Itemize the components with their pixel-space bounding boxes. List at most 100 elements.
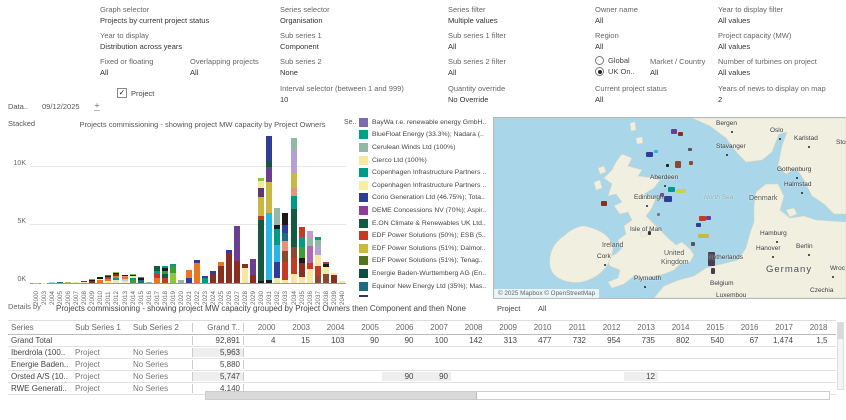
bar-segment[interactable] — [250, 274, 257, 283]
table-row[interactable]: Energie Baden.. Project No Series 5,880 — [8, 359, 836, 371]
bar-2010[interactable]: 2010 — [96, 136, 104, 305]
bar-segment[interactable] — [33, 282, 40, 283]
filter-value[interactable]: All values — [718, 68, 817, 78]
bar-segment[interactable] — [274, 207, 281, 226]
windfarm-marker[interactable] — [675, 161, 681, 168]
bar-segment[interactable] — [258, 197, 265, 216]
bar-segment[interactable] — [81, 282, 88, 283]
bar-segment[interactable] — [137, 279, 144, 283]
filter-value[interactable]: All — [448, 68, 506, 78]
bar-segment[interactable] — [185, 270, 192, 279]
filter-year-display-filter[interactable]: Year to display filter All values — [718, 5, 783, 26]
bar-segment[interactable] — [322, 266, 329, 274]
filter-value[interactable]: All values — [718, 16, 783, 26]
filter-value[interactable]: All — [448, 42, 506, 52]
table-row[interactable]: Grand Total 92,891 4 15 103 90 90 100 142 313 477 7… — [8, 335, 836, 347]
bar-segment[interactable] — [282, 225, 289, 234]
filter-project-capacity[interactable]: Project capacity (MW) All values — [718, 31, 791, 52]
bar-2006[interactable]: 2006 — [64, 136, 72, 305]
bar-segment[interactable] — [105, 280, 112, 283]
bar-segment[interactable] — [41, 282, 48, 283]
bar-2035[interactable]: 2035 — [298, 136, 306, 305]
bar-2012[interactable]: 2012 — [112, 136, 120, 305]
bar-segment[interactable] — [266, 279, 273, 283]
bar-2020[interactable]: 2020 — [177, 136, 185, 305]
bar-segment[interactable] — [177, 280, 184, 283]
filter-owner-name[interactable]: Owner name All — [595, 5, 638, 26]
bar-2022[interactable]: 2022 — [193, 136, 201, 305]
bar-segment[interactable] — [298, 277, 305, 283]
bar-segment[interactable] — [290, 208, 297, 248]
windfarm-marker[interactable] — [691, 242, 695, 246]
checkbox-checked-icon[interactable]: ✓ — [117, 88, 127, 98]
bar-2007[interactable]: 2007 — [72, 136, 80, 305]
bar-segment[interactable] — [202, 278, 208, 283]
filter-market-country[interactable]: Market / Country All — [650, 57, 705, 78]
bar-2026[interactable]: 2026 — [225, 136, 233, 305]
legend-item[interactable]: Energie Baden-Wurttemberg AG (En.. — [359, 267, 491, 280]
bar-segment[interactable] — [169, 272, 176, 283]
bar-segment[interactable] — [314, 255, 321, 266]
legend-item[interactable]: Cierco Ltd (100%) — [359, 154, 491, 167]
bar-segment[interactable] — [306, 269, 313, 283]
filter-value[interactable]: All — [595, 42, 619, 52]
bar-2024[interactable]: 2024 — [209, 136, 217, 305]
bar-segment[interactable] — [121, 280, 128, 283]
filter-turbines[interactable]: Number of turbines on project All values — [718, 57, 817, 78]
radio-uk-only[interactable]: UK On.. — [595, 67, 635, 76]
legend-item[interactable]: E.ON Climate & Renewables UK Ltd.. — [359, 217, 491, 230]
bar-segment[interactable] — [89, 281, 96, 283]
filter-sub-series-1-filter[interactable]: Sub series 1 filter All — [448, 31, 506, 52]
bar-segment[interactable] — [282, 262, 289, 280]
filter-value[interactable]: 2 — [718, 95, 826, 105]
bar-segment[interactable] — [290, 196, 297, 209]
bar-2018[interactable]: 2018 — [161, 136, 169, 305]
table-row[interactable]: Iberdrola (100.. Project No Series 5,963 — [8, 347, 836, 359]
bar-2028[interactable]: 2028 — [241, 136, 249, 305]
filter-value[interactable]: All — [190, 68, 259, 78]
bar-segment[interactable] — [306, 236, 313, 246]
windfarm-marker[interactable] — [678, 132, 683, 136]
bar-segment[interactable] — [49, 281, 56, 283]
filter-series-selector[interactable]: Series selector Organisation — [280, 5, 330, 26]
bar-segment[interactable] — [290, 172, 297, 188]
legend-item[interactable]: Corio Generation Ltd (46.75%); Tota.. — [359, 192, 491, 205]
bar-segment[interactable] — [290, 257, 297, 274]
filter-value[interactable]: Organisation — [280, 16, 330, 26]
bar-segment[interactable] — [129, 280, 136, 283]
bar-segment[interactable] — [145, 282, 152, 283]
windfarm-marker[interactable] — [657, 213, 660, 216]
legend-item[interactable]: Copenhagen Infrastructure Partners .. — [359, 179, 491, 192]
bar-2029[interactable]: 2029 — [249, 136, 257, 305]
bar-segment[interactable] — [290, 273, 297, 283]
bar-segment[interactable] — [298, 263, 305, 278]
bar-2023[interactable]: 2023 — [201, 136, 209, 305]
bar-segment[interactable] — [185, 278, 192, 283]
bar-segment[interactable] — [282, 241, 289, 251]
filter-sub-series-1[interactable]: Sub series 1 Component — [280, 31, 322, 52]
bar-2031[interactable]: 2031 — [265, 135, 273, 305]
bar-segment[interactable] — [193, 263, 200, 283]
bar-segment[interactable] — [290, 187, 297, 197]
legend-item[interactable]: Cerulean Winds Ltd (100%) — [359, 141, 491, 154]
bar-2005[interactable]: 2005 — [56, 136, 64, 305]
bar-segment[interactable] — [290, 149, 297, 173]
bar-2016[interactable]: 2016 — [145, 136, 153, 305]
bar-segment[interactable] — [298, 247, 305, 258]
bar-segment[interactable] — [314, 265, 321, 277]
bar-2003[interactable]: 2003 — [40, 136, 48, 305]
bar-2019[interactable]: 2019 — [169, 136, 177, 305]
legend-item[interactable]: Copenhagen Infrastructure Partners .. — [359, 166, 491, 179]
filter-quantity-override[interactable]: Quantity override No Override — [448, 84, 505, 105]
bar-segment[interactable] — [57, 281, 64, 283]
bar-segment[interactable] — [161, 278, 168, 283]
bar-segment[interactable] — [65, 281, 72, 283]
bar-segment[interactable] — [290, 138, 297, 150]
bar-segment[interactable] — [290, 247, 297, 258]
bar-segment[interactable] — [298, 236, 305, 248]
bar-2030[interactable]: 2030 — [257, 136, 265, 305]
bar-segment[interactable] — [282, 233, 289, 242]
bar-segment[interactable] — [322, 273, 329, 283]
bar-segment[interactable] — [282, 250, 289, 263]
bar-2014[interactable]: 2014 — [129, 136, 137, 305]
